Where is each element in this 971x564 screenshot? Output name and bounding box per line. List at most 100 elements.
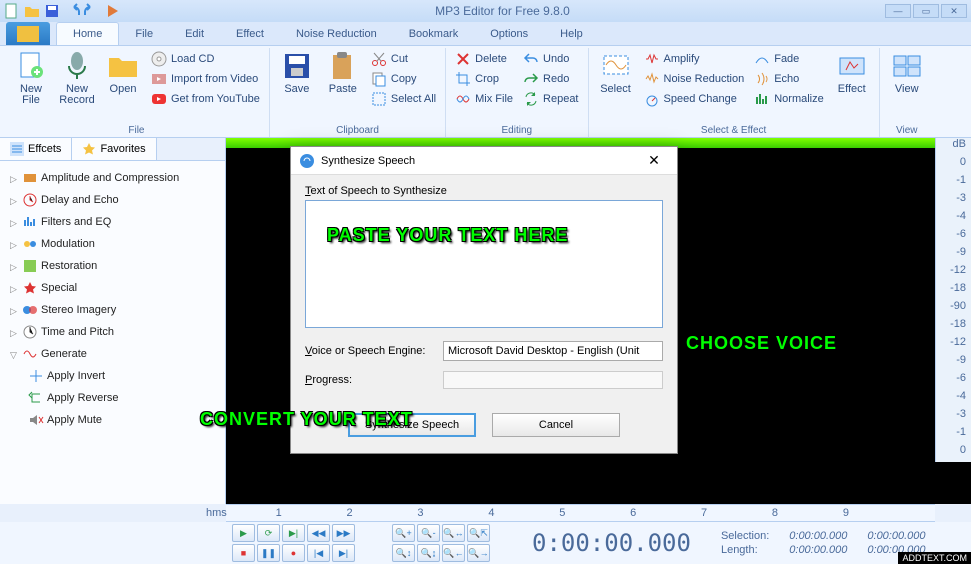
copy-button[interactable]: Copy [368,70,439,88]
pause-button[interactable]: ❚❚ [257,544,280,562]
open-button[interactable]: Open [102,48,144,124]
loop-button[interactable]: ⟳ [257,524,280,542]
youtube-button[interactable]: Get from YouTube [148,90,263,108]
zoom-out-button[interactable]: 🔍- [417,524,440,542]
select-all-icon [371,91,387,107]
qat-new-icon[interactable] [4,3,20,19]
record-button[interactable]: ● [282,544,305,562]
speech-text-input[interactable] [305,200,663,328]
tab-noise-reduction[interactable]: Noise Reduction [280,22,393,45]
view-button[interactable]: View [886,48,928,124]
window-title: MP3 Editor for Free 9.8.0 [120,4,885,18]
zoom-fit-button[interactable]: 🔍↔ [442,524,465,542]
qat-save-icon[interactable] [44,3,60,19]
load-cd-button[interactable]: Load CD [148,50,263,68]
cancel-button[interactable]: Cancel [492,413,620,437]
tree-item[interactable]: ▷Delay and Echo [4,189,221,211]
echo-button[interactable]: Echo [751,70,827,88]
tree-item[interactable]: ▷Filters and EQ [4,211,221,233]
normalize-button[interactable]: Normalize [751,90,827,108]
tree-item[interactable]: ▷Modulation [4,233,221,255]
qat-play-icon[interactable] [104,3,120,19]
dialog-close-button[interactable]: ✕ [639,151,669,171]
repeat-button[interactable]: Repeat [520,90,581,108]
undo-button[interactable]: Undo [520,50,581,68]
qat-open-icon[interactable] [24,3,40,19]
ribbon-group-select-effect-label: Select & Effect [595,124,873,137]
zoom-right-button[interactable]: 🔍→ [467,544,490,562]
play-end-button[interactable]: ▶| [282,524,305,542]
zoom-left-button[interactable]: 🔍← [442,544,465,562]
rewind-button[interactable]: ◀◀ [307,524,330,542]
tab-favorites[interactable]: Favorites [72,138,156,160]
chevron-down-icon: ▽ [10,350,19,359]
mic-icon [61,50,93,82]
tab-bookmark[interactable]: Bookmark [393,22,475,45]
save-button[interactable]: Save [276,48,318,124]
effects-tree: ▷Amplitude and Compression ▷Delay and Ec… [0,161,225,504]
maximize-button[interactable]: ▭ [913,4,939,18]
tree-icon [22,236,38,252]
annotation-convert: CONVERT YOUR TEXT [200,409,413,430]
title-bar: MP3 Editor for Free 9.8.0 — ▭ ✕ [0,0,971,22]
voice-dropdown[interactable]: Microsoft David Desktop - English (Unit [443,341,663,361]
close-button[interactable]: ✕ [941,4,967,18]
redo-button[interactable]: Redo [520,70,581,88]
skip-start-button[interactable]: |◀ [307,544,330,562]
tab-home[interactable]: Home [56,22,119,45]
tab-effect[interactable]: Effect [220,22,280,45]
skip-end-button[interactable]: ▶| [332,544,355,562]
speed-change-button[interactable]: Speed Change [641,90,748,108]
qat-undo-icon[interactable] [64,3,80,19]
amplify-button[interactable]: Amplify [641,50,748,68]
stop-button[interactable]: ■ [232,544,255,562]
tab-effects[interactable]: Effcets [0,138,72,160]
time-ruler: hms 123456789 [226,504,935,522]
dialog-title-bar[interactable]: Synthesize Speech ✕ [291,147,677,175]
tab-edit[interactable]: Edit [169,22,220,45]
tab-file[interactable]: File [119,22,169,45]
noise-reduction-button[interactable]: Noise Reduction [641,70,748,88]
play-button[interactable]: ▶ [232,524,255,542]
delete-button[interactable]: Delete [452,50,516,68]
tree-item[interactable]: ▷Restoration [4,255,221,277]
import-video-button[interactable]: Import from Video [148,70,263,88]
tree-item[interactable]: ▽Generate [4,343,221,365]
new-file-button[interactable]: NewFile [10,48,52,124]
tree-subitem[interactable]: Apply Mute [22,409,221,431]
tab-options[interactable]: Options [474,22,544,45]
zoom-v-in-button[interactable]: 🔍↕ [392,544,415,562]
mix-file-button[interactable]: Mix File [452,90,516,108]
zoom-in-button[interactable]: 🔍+ [392,524,415,542]
progress-label: Progress: [305,374,435,386]
ribbon-group-clipboard: Save Paste Cut Copy Select All Clipboard [270,48,446,137]
forward-button[interactable]: ▶▶ [332,524,355,542]
new-record-button[interactable]: NewRecord [56,48,98,124]
tree-subitem[interactable]: Apply Reverse [22,387,221,409]
text-label: Text of Speech to Synthesize [305,185,663,197]
select-button[interactable]: Select [595,48,637,124]
minimize-button[interactable]: — [885,4,911,18]
ribbon-group-editing-label: Editing [452,124,581,137]
qat-redo-icon[interactable] [84,3,100,19]
mix-icon [455,91,471,107]
fade-button[interactable]: Fade [751,50,827,68]
crop-button[interactable]: Crop [452,70,516,88]
cut-button[interactable]: Cut [368,50,439,68]
tree-item[interactable]: ▷Special [4,277,221,299]
tree-item[interactable]: ▷Stereo Imagery [4,299,221,321]
control-bar: ▶ ⟳ ▶| ◀◀ ▶▶ ■ ❚❚ ● |◀ ▶| 🔍+ 🔍- 🔍↔ 🔍⇱ 🔍↕… [0,522,971,564]
tree-item[interactable]: ▷Amplitude and Compression [4,167,221,189]
zoom-v-out-button[interactable]: 🔍↨ [417,544,440,562]
select-all-button[interactable]: Select All [368,90,439,108]
repeat-icon [523,91,539,107]
paste-button[interactable]: Paste [322,48,364,124]
zoom-sel-button[interactable]: 🔍⇱ [467,524,490,542]
app-button[interactable] [6,22,50,45]
tree-item[interactable]: ▷Time and Pitch [4,321,221,343]
tree-icon [22,346,38,362]
tab-help[interactable]: Help [544,22,599,45]
tree-subitem[interactable]: Apply Invert [22,365,221,387]
ribbon-group-select-effect: Select Amplify Noise Reduction Speed Cha… [589,48,880,137]
effect-button[interactable]: Effect [831,48,873,124]
